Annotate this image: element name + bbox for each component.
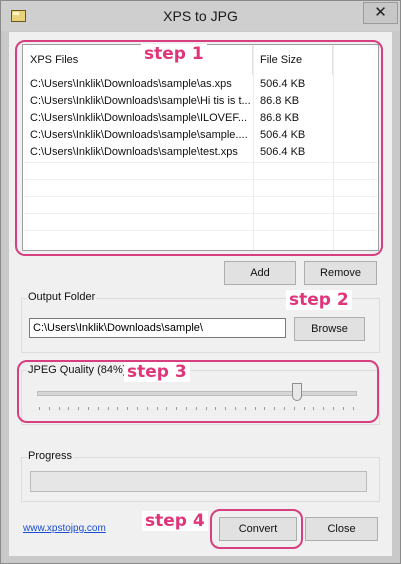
output-folder-input[interactable]: C:\Users\Inklik\Downloads\sample\ [29,318,286,338]
progress-bar [30,471,367,492]
step-1-highlight [15,40,383,256]
client-area: XPS Files File Size C:\Users\Inklik\Down… [9,32,392,556]
step-4-highlight [210,509,303,549]
close-button[interactable]: Close [305,517,378,541]
window-title: XPS to JPG [163,8,238,24]
add-button[interactable]: Add [224,261,296,285]
browse-button[interactable]: Browse [294,317,365,341]
remove-button[interactable]: Remove [304,261,377,285]
title-bar: XPS to JPG ✕ [1,1,400,31]
app-window: XPS to JPG ✕ XPS Files File Size C:\User… [0,0,401,564]
step-4-annotation: step 4 [142,511,208,531]
window-close-button[interactable]: ✕ [363,2,398,24]
step-3-highlight [17,360,379,423]
step-3-annotation: step 3 [124,362,190,382]
output-folder-label: Output Folder [27,291,97,303]
step-1-annotation: step 1 [141,44,207,64]
website-link[interactable]: www.xpstojpg.com [23,523,106,534]
progress-label: Progress [27,450,74,462]
step-2-annotation: step 2 [286,290,352,310]
